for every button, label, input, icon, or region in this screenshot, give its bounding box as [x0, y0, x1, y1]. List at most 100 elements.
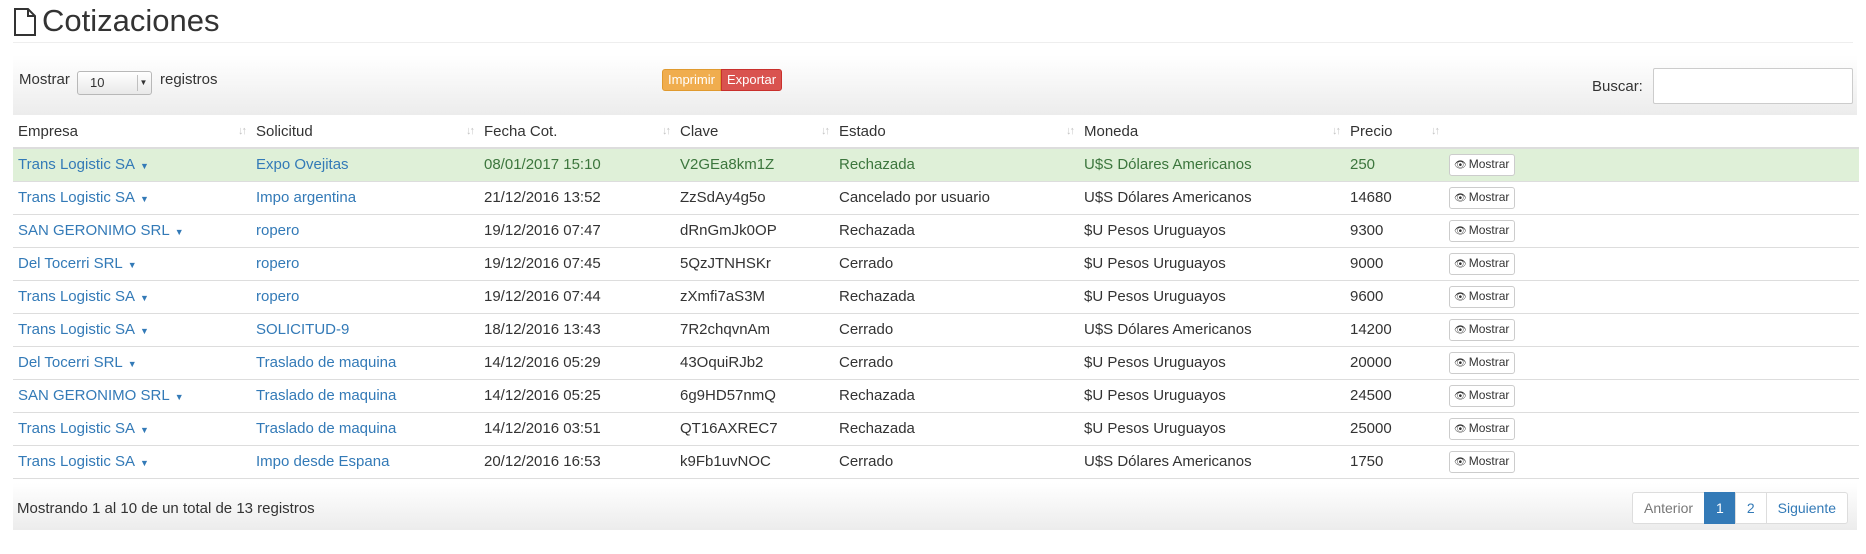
- company-dropdown[interactable]: Trans Logistic SA ▼: [18, 321, 149, 338]
- column-header-estado[interactable]: Estado ↓↑: [834, 115, 1079, 149]
- caret-down-icon: ▼: [140, 425, 149, 435]
- request-link[interactable]: ropero: [256, 222, 299, 239]
- company-name: SAN GERONIMO SRL: [18, 387, 170, 404]
- cell-solicitud[interactable]: ropero: [251, 214, 479, 248]
- column-header-clave[interactable]: Clave ↓↑: [675, 115, 834, 149]
- show-button[interactable]: 👁 Mostrar: [1449, 318, 1516, 341]
- cell-solicitud[interactable]: Impo argentina: [251, 181, 479, 215]
- cell-empresa[interactable]: Del Tocerri SRL ▼: [13, 247, 251, 281]
- company-dropdown[interactable]: Trans Logistic SA ▼: [18, 288, 149, 305]
- cell-actions: 👁 Mostrar: [1444, 313, 1859, 347]
- cell-empresa[interactable]: Trans Logistic SA ▼: [13, 148, 251, 182]
- previous-page-button[interactable]: Anterior: [1632, 492, 1706, 524]
- table-row: SAN GERONIMO SRL ▼ Traslado de maquina 14/1…: [13, 379, 1859, 413]
- cell-empresa[interactable]: Trans Logistic SA ▼: [13, 181, 251, 215]
- cell-moneda: U$S Dólares Americanos: [1079, 445, 1345, 479]
- cell-moneda: U$S Dólares Americanos: [1079, 181, 1345, 215]
- sort-icon: ↓↑: [466, 125, 475, 137]
- eye-icon: 👁: [1454, 390, 1467, 402]
- request-link[interactable]: Expo Ovejitas: [256, 156, 349, 173]
- sort-icon: ↓↑: [662, 125, 671, 137]
- cell-estado: Cerrado: [834, 247, 1079, 281]
- eye-icon: 👁: [1454, 192, 1467, 204]
- cell-empresa[interactable]: Trans Logistic SA ▼: [13, 313, 251, 347]
- cell-empresa[interactable]: Trans Logistic SA ▼: [13, 280, 251, 314]
- cell-moneda: $U Pesos Uruguayos: [1079, 412, 1345, 446]
- show-button[interactable]: 👁 Mostrar: [1449, 351, 1516, 374]
- cell-actions: 👁 Mostrar: [1444, 214, 1859, 248]
- cell-empresa[interactable]: Trans Logistic SA ▼: [13, 412, 251, 446]
- request-link[interactable]: Traslado de maquina: [256, 420, 396, 437]
- cell-solicitud[interactable]: Impo desde Espana: [251, 445, 479, 479]
- request-link[interactable]: Impo desde Espana: [256, 453, 389, 470]
- cell-solicitud[interactable]: ropero: [251, 280, 479, 314]
- table-footer: Mostrando 1 al 10 de un total de 13 regi…: [13, 483, 1857, 530]
- show-button[interactable]: 👁 Mostrar: [1449, 153, 1516, 176]
- page-button-1[interactable]: 1: [1704, 492, 1736, 524]
- show-button[interactable]: 👁 Mostrar: [1449, 252, 1516, 275]
- company-dropdown[interactable]: Trans Logistic SA ▼: [18, 189, 149, 206]
- show-button[interactable]: 👁 Mostrar: [1449, 285, 1516, 308]
- cell-solicitud[interactable]: ropero: [251, 247, 479, 281]
- cell-precio: 25000: [1345, 412, 1444, 446]
- show-button[interactable]: 👁 Mostrar: [1449, 186, 1516, 209]
- page-button-2[interactable]: 2: [1734, 492, 1767, 524]
- print-button[interactable]: Imprimir: [662, 69, 721, 91]
- cell-fecha: 08/01/2017 15:10: [479, 148, 675, 182]
- cell-moneda: U$S Dólares Americanos: [1079, 148, 1345, 182]
- caret-down-icon: ▼: [174, 392, 184, 402]
- show-button[interactable]: 👁 Mostrar: [1449, 219, 1516, 242]
- next-page-button[interactable]: Siguiente: [1765, 492, 1849, 524]
- show-button[interactable]: 👁 Mostrar: [1449, 384, 1516, 407]
- cell-solicitud[interactable]: Traslado de maquina: [251, 412, 479, 446]
- cell-estado: Rechazada: [834, 412, 1079, 446]
- show-button[interactable]: 👁 Mostrar: [1449, 450, 1516, 473]
- column-header-solicitud[interactable]: Solicitud ↓↑: [251, 115, 479, 149]
- cell-precio: 9300: [1345, 214, 1444, 248]
- cell-precio: 9000: [1345, 247, 1444, 281]
- search-input[interactable]: [1653, 68, 1853, 104]
- page-length-value: 10: [90, 75, 105, 90]
- cell-clave: V2GEa8km1Z: [675, 148, 834, 182]
- cell-solicitud[interactable]: Traslado de maquina: [251, 379, 479, 413]
- company-dropdown[interactable]: Trans Logistic SA ▼: [18, 453, 149, 470]
- cell-solicitud[interactable]: Expo Ovejitas: [251, 148, 479, 182]
- company-dropdown[interactable]: SAN GERONIMO SRL ▼: [18, 387, 184, 404]
- export-button[interactable]: Exportar: [720, 69, 783, 91]
- cell-clave: 5QzJTNHSKr: [675, 247, 834, 281]
- request-link[interactable]: Traslado de maquina: [256, 387, 396, 404]
- company-dropdown[interactable]: Del Tocerri SRL ▼: [18, 354, 137, 371]
- company-dropdown[interactable]: SAN GERONIMO SRL ▼: [18, 222, 184, 239]
- request-link[interactable]: ropero: [256, 288, 299, 305]
- cell-fecha: 18/12/2016 13:43: [479, 313, 675, 347]
- cell-estado: Cerrado: [834, 445, 1079, 479]
- request-link[interactable]: Impo argentina: [256, 189, 356, 206]
- cell-empresa[interactable]: Trans Logistic SA ▼: [13, 445, 251, 479]
- column-header-fecha[interactable]: Fecha Cot. ↓↑: [479, 115, 675, 149]
- company-dropdown[interactable]: Trans Logistic SA ▼: [18, 420, 149, 437]
- company-name: Trans Logistic SA: [18, 189, 135, 206]
- cell-empresa[interactable]: SAN GERONIMO SRL ▼: [13, 379, 251, 413]
- request-link[interactable]: SOLICITUD-9: [256, 321, 349, 338]
- company-dropdown[interactable]: Del Tocerri SRL ▼: [18, 255, 137, 272]
- company-dropdown[interactable]: Trans Logistic SA ▼: [18, 156, 149, 173]
- cell-solicitud[interactable]: Traslado de maquina: [251, 346, 479, 380]
- cell-fecha: 14/12/2016 03:51: [479, 412, 675, 446]
- column-header-moneda[interactable]: Moneda ↓↑: [1079, 115, 1345, 149]
- show-button[interactable]: 👁 Mostrar: [1449, 417, 1516, 440]
- eye-icon: 👁: [1454, 423, 1467, 435]
- cell-empresa[interactable]: Del Tocerri SRL ▼: [13, 346, 251, 380]
- page-title: Cotizaciones: [42, 3, 220, 38]
- cell-empresa[interactable]: SAN GERONIMO SRL ▼: [13, 214, 251, 248]
- caret-down-icon: ▼: [140, 161, 149, 172]
- column-header-precio[interactable]: Precio ↓↑: [1345, 115, 1444, 149]
- request-link[interactable]: ropero: [256, 255, 299, 272]
- table-info: Mostrando 1 al 10 de un total de 13 regi…: [17, 500, 315, 517]
- page-length-select[interactable]: 10 ▼: [77, 71, 152, 95]
- cell-solicitud[interactable]: SOLICITUD-9: [251, 313, 479, 347]
- cell-clave: ZzSdAy4g5o: [675, 181, 834, 215]
- show-button-label: Mostrar: [1468, 321, 1510, 336]
- cell-moneda: $U Pesos Uruguayos: [1079, 214, 1345, 248]
- column-header-empresa[interactable]: Empresa ↓↑: [13, 115, 251, 149]
- request-link[interactable]: Traslado de maquina: [256, 354, 396, 371]
